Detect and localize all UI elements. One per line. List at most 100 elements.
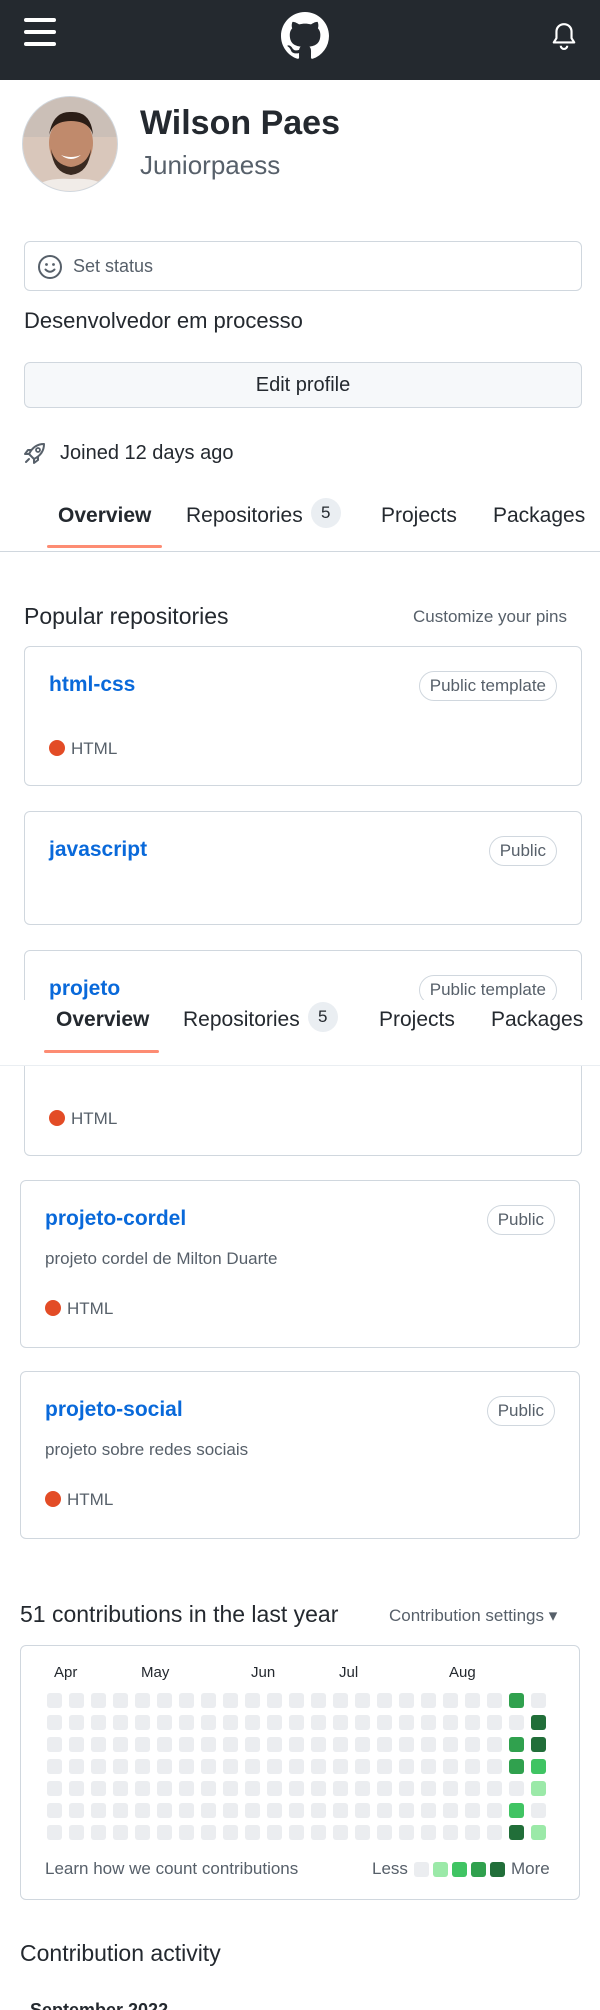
- repo-name-link[interactable]: javascript: [49, 838, 147, 862]
- contribution-day-cell[interactable]: [179, 1737, 194, 1752]
- contribution-day-cell[interactable]: [443, 1737, 458, 1752]
- contribution-day-cell[interactable]: [223, 1803, 238, 1818]
- edit-profile-button[interactable]: Edit profile: [24, 362, 582, 408]
- contribution-day-cell[interactable]: [443, 1693, 458, 1708]
- contribution-day-cell[interactable]: [157, 1825, 172, 1840]
- contribution-day-cell[interactable]: [135, 1737, 150, 1752]
- contribution-day-cell[interactable]: [421, 1825, 436, 1840]
- contribution-day-cell[interactable]: [421, 1715, 436, 1730]
- contribution-day-cell[interactable]: [377, 1737, 392, 1752]
- contribution-day-cell[interactable]: [355, 1715, 370, 1730]
- contribution-day-cell[interactable]: [69, 1737, 84, 1752]
- contribution-day-cell[interactable]: [69, 1759, 84, 1774]
- contribution-day-cell[interactable]: [531, 1803, 546, 1818]
- tab-overview[interactable]: Overview: [56, 1008, 149, 1032]
- contribution-day-cell[interactable]: [201, 1715, 216, 1730]
- contribution-day-cell[interactable]: [399, 1693, 414, 1708]
- contribution-day-cell[interactable]: [355, 1693, 370, 1708]
- contribution-day-cell[interactable]: [69, 1693, 84, 1708]
- contribution-day-cell[interactable]: [487, 1693, 502, 1708]
- contribution-day-cell[interactable]: [47, 1803, 62, 1818]
- contribution-day-cell[interactable]: [47, 1693, 62, 1708]
- contribution-day-cell[interactable]: [311, 1759, 326, 1774]
- contribution-day-cell[interactable]: [465, 1759, 480, 1774]
- contribution-day-cell[interactable]: [531, 1825, 546, 1840]
- contribution-day-cell[interactable]: [509, 1759, 524, 1774]
- contribution-day-cell[interactable]: [421, 1803, 436, 1818]
- contribution-day-cell[interactable]: [509, 1693, 524, 1708]
- repo-name-link[interactable]: html-css: [49, 673, 135, 697]
- tab-repositories[interactable]: Repositories 5: [186, 498, 341, 529]
- contribution-day-cell[interactable]: [113, 1825, 128, 1840]
- contribution-day-cell[interactable]: [443, 1781, 458, 1796]
- contribution-day-cell[interactable]: [377, 1693, 392, 1708]
- contribution-day-cell[interactable]: [289, 1825, 304, 1840]
- set-status-button[interactable]: Set status: [24, 241, 582, 291]
- contribution-day-cell[interactable]: [531, 1737, 546, 1752]
- contribution-day-cell[interactable]: [509, 1781, 524, 1796]
- contribution-day-cell[interactable]: [399, 1803, 414, 1818]
- contribution-day-cell[interactable]: [267, 1693, 282, 1708]
- contribution-day-cell[interactable]: [245, 1715, 260, 1730]
- contribution-day-cell[interactable]: [465, 1737, 480, 1752]
- contribution-day-cell[interactable]: [113, 1715, 128, 1730]
- contribution-day-cell[interactable]: [311, 1781, 326, 1796]
- contribution-day-cell[interactable]: [333, 1803, 348, 1818]
- contribution-day-cell[interactable]: [311, 1715, 326, 1730]
- contribution-day-cell[interactable]: [91, 1693, 106, 1708]
- contribution-day-cell[interactable]: [69, 1803, 84, 1818]
- contribution-day-cell[interactable]: [47, 1825, 62, 1840]
- contribution-day-cell[interactable]: [443, 1759, 458, 1774]
- contribution-day-cell[interactable]: [487, 1803, 502, 1818]
- contribution-day-cell[interactable]: [311, 1693, 326, 1708]
- contribution-day-cell[interactable]: [113, 1737, 128, 1752]
- contribution-day-cell[interactable]: [443, 1715, 458, 1730]
- contribution-day-cell[interactable]: [157, 1759, 172, 1774]
- contribution-day-cell[interactable]: [289, 1693, 304, 1708]
- contribution-day-cell[interactable]: [289, 1803, 304, 1818]
- contribution-day-cell[interactable]: [91, 1803, 106, 1818]
- contribution-day-cell[interactable]: [201, 1693, 216, 1708]
- contribution-day-cell[interactable]: [465, 1803, 480, 1818]
- contribution-day-cell[interactable]: [245, 1693, 260, 1708]
- customize-pins-link[interactable]: Customize your pins: [413, 607, 567, 627]
- contribution-day-cell[interactable]: [333, 1737, 348, 1752]
- contribution-settings-dropdown[interactable]: Contribution settings ▾: [389, 1606, 557, 1626]
- contribution-day-cell[interactable]: [113, 1781, 128, 1796]
- contribution-day-cell[interactable]: [399, 1825, 414, 1840]
- contribution-day-cell[interactable]: [113, 1803, 128, 1818]
- contribution-day-cell[interactable]: [311, 1825, 326, 1840]
- tab-projects[interactable]: Projects: [381, 504, 457, 528]
- contribution-day-cell[interactable]: [289, 1737, 304, 1752]
- hamburger-icon[interactable]: [24, 18, 56, 46]
- contribution-day-cell[interactable]: [355, 1803, 370, 1818]
- contribution-day-cell[interactable]: [201, 1781, 216, 1796]
- contribution-day-cell[interactable]: [69, 1781, 84, 1796]
- contribution-day-cell[interactable]: [509, 1715, 524, 1730]
- contribution-day-cell[interactable]: [311, 1803, 326, 1818]
- contribution-day-cell[interactable]: [47, 1737, 62, 1752]
- contribution-day-cell[interactable]: [201, 1803, 216, 1818]
- contribution-day-cell[interactable]: [179, 1803, 194, 1818]
- contribution-day-cell[interactable]: [223, 1693, 238, 1708]
- contribution-day-cell[interactable]: [421, 1737, 436, 1752]
- contribution-day-cell[interactable]: [47, 1759, 62, 1774]
- contribution-day-cell[interactable]: [91, 1759, 106, 1774]
- repo-name-link[interactable]: projeto-social: [45, 1398, 183, 1422]
- contribution-day-cell[interactable]: [531, 1715, 546, 1730]
- repo-name-link[interactable]: projeto: [49, 977, 120, 1001]
- contribution-day-cell[interactable]: [223, 1781, 238, 1796]
- contribution-day-cell[interactable]: [355, 1781, 370, 1796]
- contribution-day-cell[interactable]: [113, 1759, 128, 1774]
- contribution-day-cell[interactable]: [69, 1825, 84, 1840]
- contribution-day-cell[interactable]: [421, 1693, 436, 1708]
- contribution-day-cell[interactable]: [509, 1803, 524, 1818]
- contribution-day-cell[interactable]: [223, 1715, 238, 1730]
- contribution-day-cell[interactable]: [509, 1825, 524, 1840]
- contribution-day-cell[interactable]: [91, 1781, 106, 1796]
- contribution-day-cell[interactable]: [443, 1825, 458, 1840]
- contribution-day-cell[interactable]: [179, 1759, 194, 1774]
- contribution-day-cell[interactable]: [91, 1737, 106, 1752]
- contribution-day-cell[interactable]: [113, 1693, 128, 1708]
- contribution-day-cell[interactable]: [135, 1715, 150, 1730]
